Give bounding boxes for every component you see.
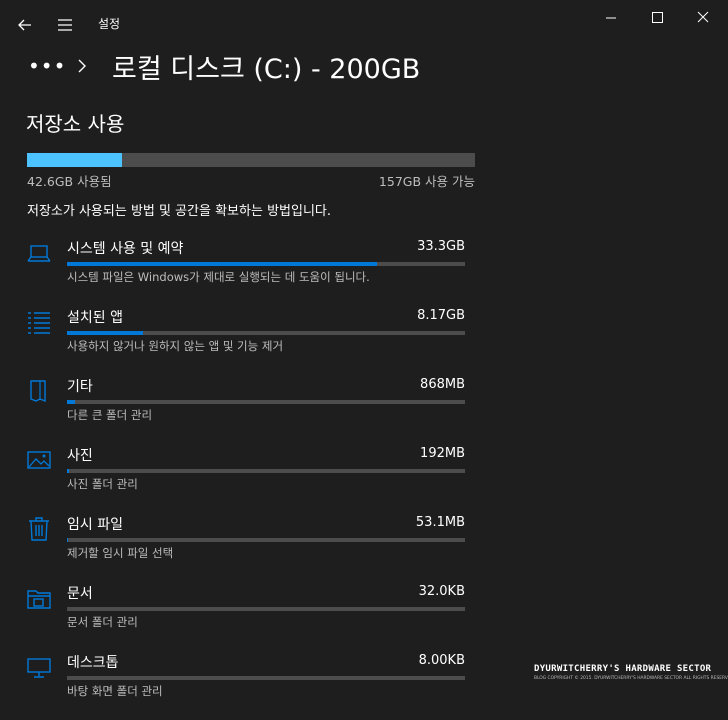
category-usage-bar — [67, 331, 465, 335]
category-name: 기타 — [67, 379, 93, 395]
category-subtitle: 시스템 파일은 Windows가 제대로 실행되는 데 도움이 됩니다. — [67, 270, 370, 284]
category-subtitle: 다른 큰 폴더 관리 — [67, 408, 153, 422]
category-subtitle: 문서 폴더 관리 — [67, 615, 138, 629]
hamburger-menu-icon[interactable] — [54, 14, 76, 36]
category-usage-bar — [67, 676, 465, 680]
watermark: DYURWITCHERRY'S HARDWARE SECTOR BLOG COP… — [534, 664, 728, 681]
category-name: 임시 파일 — [67, 517, 123, 533]
trash-icon — [26, 516, 52, 542]
watermark-subtitle: BLOG COPYRIGHT © 2015. DYURWITCHERRY'S H… — [534, 676, 728, 681]
laptop-icon — [26, 240, 52, 266]
other-folder-icon — [26, 378, 52, 404]
page-title: 로컬 디스크 (C:) - 200GB — [112, 53, 421, 85]
chevron-right-icon — [74, 58, 90, 74]
category-name: 설치된 앱 — [67, 310, 123, 326]
category-usage-fill — [67, 262, 378, 266]
desktop-monitor-icon — [26, 654, 52, 680]
category-installed-apps[interactable]: 설치된 앱 8.17GB 사용하지 않거나 원하지 않는 앱 및 기능 제거 — [0, 307, 728, 373]
category-other[interactable]: 기타 868MB 다른 큰 폴더 관리 — [0, 376, 728, 442]
category-usage-bar — [67, 262, 465, 266]
category-desktop[interactable]: 데스크톱 8.00KB 바탕 화면 폴더 관리 — [0, 652, 728, 718]
title-bar: 설정 — [0, 0, 728, 48]
category-pictures[interactable]: 사진 192MB 사진 폴더 관리 — [0, 445, 728, 511]
category-subtitle: 바탕 화면 폴더 관리 — [67, 684, 163, 698]
category-usage-fill — [67, 331, 143, 335]
category-size: 8.17GB — [417, 308, 465, 323]
documents-folder-icon — [26, 585, 52, 611]
category-subtitle: 사진 폴더 관리 — [67, 477, 138, 491]
category-subtitle: 사용하지 않거나 원하지 않는 앱 및 기능 제거 — [67, 339, 284, 353]
category-usage-bar — [67, 400, 465, 404]
category-usage-bar — [67, 538, 465, 542]
category-name: 사진 — [67, 448, 93, 464]
category-name: 데스크톱 — [67, 655, 119, 671]
category-subtitle: 제거할 임시 파일 선택 — [67, 546, 174, 560]
category-size: 32.0KB — [418, 584, 465, 599]
free-space-label: 157GB 사용 가능 — [378, 174, 475, 189]
category-system-reserved[interactable]: 시스템 사용 및 예약 33.3GB 시스템 파일은 Windows가 제대로 … — [0, 238, 728, 304]
category-usage-fill — [67, 469, 69, 473]
category-usage-bar — [67, 607, 465, 611]
total-usage-fill — [27, 153, 123, 167]
watermark-title: DYURWITCHERRY'S HARDWARE SECTOR — [534, 664, 712, 674]
breadcrumb-overflow-button[interactable]: ••• — [28, 54, 65, 78]
category-name: 시스템 사용 및 예약 — [67, 241, 184, 257]
category-size: 8.00KB — [418, 653, 465, 668]
used-space-label: 42.6GB 사용됨 — [27, 174, 112, 189]
minimize-button[interactable] — [596, 6, 626, 30]
category-temporary-files[interactable]: 임시 파일 53.1MB 제거할 임시 파일 선택 — [0, 514, 728, 580]
breadcrumb: ••• 로컬 디스크 (C:) - 200GB — [28, 46, 420, 86]
category-usage-fill — [67, 538, 68, 542]
category-size: 53.1MB — [415, 515, 465, 530]
category-usage-fill — [67, 400, 75, 404]
apps-list-icon — [26, 309, 52, 335]
category-size: 33.3GB — [417, 239, 465, 254]
picture-icon — [26, 447, 52, 473]
category-size: 192MB — [420, 446, 465, 461]
maximize-button[interactable] — [642, 6, 672, 30]
section-title: 저장소 사용 — [26, 112, 125, 136]
total-usage-bar — [27, 153, 475, 167]
app-title: 설정 — [98, 17, 121, 31]
category-usage-bar — [67, 469, 465, 473]
category-name: 문서 — [67, 586, 93, 602]
category-documents[interactable]: 문서 32.0KB 문서 폴더 관리 — [0, 583, 728, 649]
category-size: 868MB — [420, 377, 465, 392]
back-arrow-icon[interactable] — [14, 14, 36, 36]
storage-description: 저장소가 사용되는 방법 및 공간을 확보하는 방법입니다. — [27, 204, 332, 219]
close-button[interactable] — [688, 6, 718, 30]
